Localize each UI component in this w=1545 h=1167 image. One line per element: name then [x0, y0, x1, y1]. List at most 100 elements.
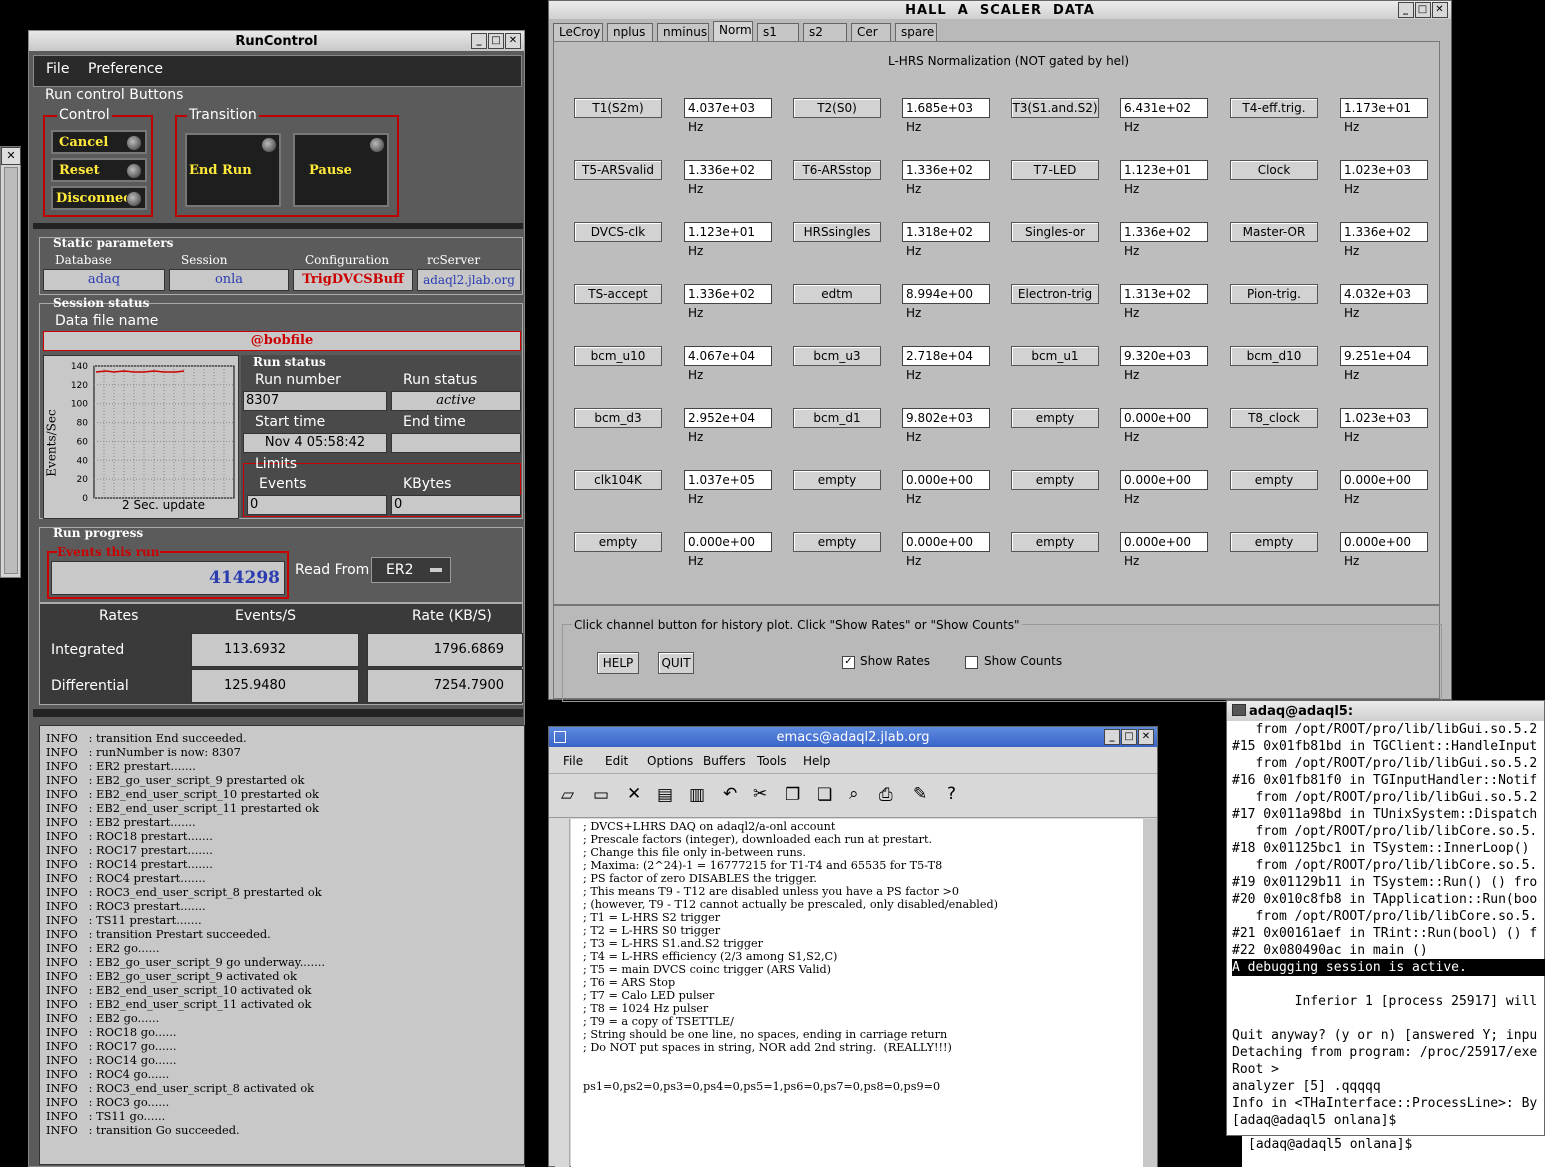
channel-button[interactable]: Electron-trig	[1011, 284, 1099, 304]
close-icon[interactable]: ✕	[1138, 729, 1154, 745]
channel-button[interactable]: bcm_u10	[574, 346, 662, 366]
tab-nplus[interactable]: nplus	[607, 23, 653, 41]
kbytes-limit-input[interactable]: 0	[391, 495, 521, 515]
channel-value[interactable]: 4.032e+03 Hz	[1340, 284, 1428, 320]
channel-value[interactable]: 0.000e+00 Hz	[902, 470, 990, 506]
channel-button[interactable]: T3(S1.and.S2)	[1011, 98, 1099, 118]
runcontrol-titlebar[interactable]: RunControl _ □ ✕	[29, 31, 524, 51]
close-icon[interactable]: ✕	[1, 147, 21, 165]
print-icon[interactable]: ⎙	[879, 785, 893, 805]
emacs-menu-options[interactable]: Options	[647, 754, 693, 768]
emacs-scrollbar[interactable]	[1143, 819, 1157, 1167]
channel-value[interactable]: 0.000e+00 Hz	[902, 532, 990, 568]
channel-button[interactable]: Pion-trig.	[1230, 284, 1318, 304]
paste-icon[interactable]: ❏	[817, 785, 832, 805]
search-icon[interactable]: ⌕	[849, 784, 859, 804]
channel-value[interactable]: 1.023e+03 Hz	[1340, 408, 1428, 444]
tab-s1[interactable]: s1	[757, 23, 799, 41]
channel-value[interactable]: 1.037e+05 Hz	[684, 470, 772, 506]
channel-button[interactable]: empty	[1011, 532, 1099, 552]
preferences-icon[interactable]: ✎	[913, 784, 927, 804]
channel-button[interactable]: empty	[1011, 470, 1099, 490]
channel-button[interactable]: empty	[793, 470, 881, 490]
channel-value[interactable]: 1.336e+02 Hz	[902, 160, 990, 196]
channel-button[interactable]: bcm_u3	[793, 346, 881, 366]
emacs-menu-file[interactable]: File	[563, 754, 583, 768]
channel-button[interactable]: empty	[793, 532, 881, 552]
emacs-menu-edit[interactable]: Edit	[605, 754, 628, 768]
minimize-icon[interactable]: _	[471, 33, 487, 49]
new-file-icon[interactable]: ▱	[561, 785, 574, 805]
channel-button[interactable]: bcm_d10	[1230, 346, 1318, 366]
channel-button[interactable]: T4-eff.trig.	[1230, 98, 1318, 118]
show-counts-checkbox[interactable]	[965, 656, 978, 669]
channel-button[interactable]: bcm_d1	[793, 408, 881, 428]
channel-button[interactable]: Master-OR	[1230, 222, 1318, 242]
terminal-2[interactable]: [adaq@adaql5 onlana]$	[1242, 1136, 1545, 1167]
channel-button[interactable]: T1(S2m)	[574, 98, 662, 118]
channel-value[interactable]: 1.023e+03 Hz	[1340, 160, 1428, 196]
maximize-icon[interactable]: □	[488, 33, 504, 49]
terminal-titlebar[interactable]: adaq@adaql5:	[1227, 701, 1544, 721]
read-from-select[interactable]: ER2	[371, 557, 451, 583]
channel-value[interactable]: 1.336e+02 Hz	[684, 160, 772, 196]
channel-button[interactable]: T2(S0)	[793, 98, 881, 118]
minimize-icon[interactable]: _	[1104, 729, 1120, 745]
tab-spare[interactable]: spare	[895, 23, 937, 41]
channel-button[interactable]: empty	[1230, 532, 1318, 552]
scaler-titlebar[interactable]: HALL A SCALER DATA _ □ ✕	[549, 1, 1451, 19]
channel-value[interactable]: 0.000e+00 Hz	[1120, 532, 1208, 568]
open-folder-icon[interactable]: ▭	[593, 785, 609, 805]
menu-file[interactable]: File	[46, 61, 69, 77]
emacs-menu-buffers[interactable]: Buffers	[703, 754, 746, 768]
maximize-icon[interactable]: □	[1121, 729, 1137, 745]
tab-norm[interactable]: Norm	[713, 21, 753, 42]
channel-value[interactable]: 0.000e+00 Hz	[1120, 408, 1208, 444]
channel-value[interactable]: 1.123e+01 Hz	[1120, 160, 1208, 196]
channel-button[interactable]: Singles-or	[1011, 222, 1099, 242]
show-rates-checkbox[interactable]: ✓	[842, 656, 855, 669]
channel-value[interactable]: 2.718e+04 Hz	[902, 346, 990, 382]
channel-value[interactable]: 9.802e+03 Hz	[902, 408, 990, 444]
tab-s2[interactable]: s2	[803, 23, 847, 41]
tab-cer[interactable]: Cer	[851, 23, 891, 41]
help-button[interactable]: HELP	[597, 652, 639, 674]
events-limit-input[interactable]: 0	[247, 495, 387, 515]
maximize-icon[interactable]: □	[1415, 2, 1431, 18]
channel-value[interactable]: 1.318e+02 Hz	[902, 222, 990, 258]
channel-button[interactable]: T5-ARSvalid	[574, 160, 662, 180]
channel-button[interactable]: HRSsingles	[793, 222, 881, 242]
tab-lecroy[interactable]: LeCroy	[553, 23, 603, 41]
channel-button[interactable]: clk104K	[574, 470, 662, 490]
channel-button[interactable]: T8_clock	[1230, 408, 1318, 428]
undo-icon[interactable]: ↶	[723, 784, 737, 804]
channel-value[interactable]: 4.067e+04 Hz	[684, 346, 772, 382]
channel-button[interactable]: empty	[1230, 470, 1318, 490]
cut-icon[interactable]: ✂	[753, 784, 767, 804]
channel-value[interactable]: 8.994e+00 Hz	[902, 284, 990, 320]
channel-value[interactable]: 9.251e+04 Hz	[1340, 346, 1428, 382]
emacs-menu-help[interactable]: Help	[803, 754, 830, 768]
channel-value[interactable]: 1.336e+02 Hz	[1120, 222, 1208, 258]
channel-value[interactable]: 0.000e+00 Hz	[1340, 470, 1428, 506]
channel-value[interactable]: 1.313e+02 Hz	[1120, 284, 1208, 320]
channel-button[interactable]: TS-accept	[574, 284, 662, 304]
channel-button[interactable]: bcm_d3	[574, 408, 662, 428]
channel-value[interactable]: 0.000e+00 Hz	[684, 532, 772, 568]
channel-button[interactable]: T6-ARSstop	[793, 160, 881, 180]
save-as-icon[interactable]: ▥	[689, 785, 705, 805]
help-icon[interactable]: ?	[947, 784, 956, 804]
channel-button[interactable]: DVCS-clk	[574, 222, 662, 242]
channel-value[interactable]: 1.685e+03 Hz	[902, 98, 990, 134]
scrollbar[interactable]	[4, 167, 18, 574]
menu-preference[interactable]: Preference	[88, 61, 163, 77]
close-buffer-icon[interactable]: ✕	[627, 784, 641, 804]
tab-nminus[interactable]: nminus	[657, 23, 709, 41]
channel-value[interactable]: 0.000e+00 Hz	[1340, 532, 1428, 568]
channel-button[interactable]: Clock	[1230, 160, 1318, 180]
close-icon[interactable]: ✕	[1432, 2, 1448, 18]
channel-button[interactable]: empty	[1011, 408, 1099, 428]
channel-button[interactable]: empty	[574, 532, 662, 552]
channel-button[interactable]: T7-LED	[1011, 160, 1099, 180]
terminal-body[interactable]: from /opt/ROOT/pro/lib/libGui.so.5.2 #15 …	[1227, 721, 1545, 1133]
